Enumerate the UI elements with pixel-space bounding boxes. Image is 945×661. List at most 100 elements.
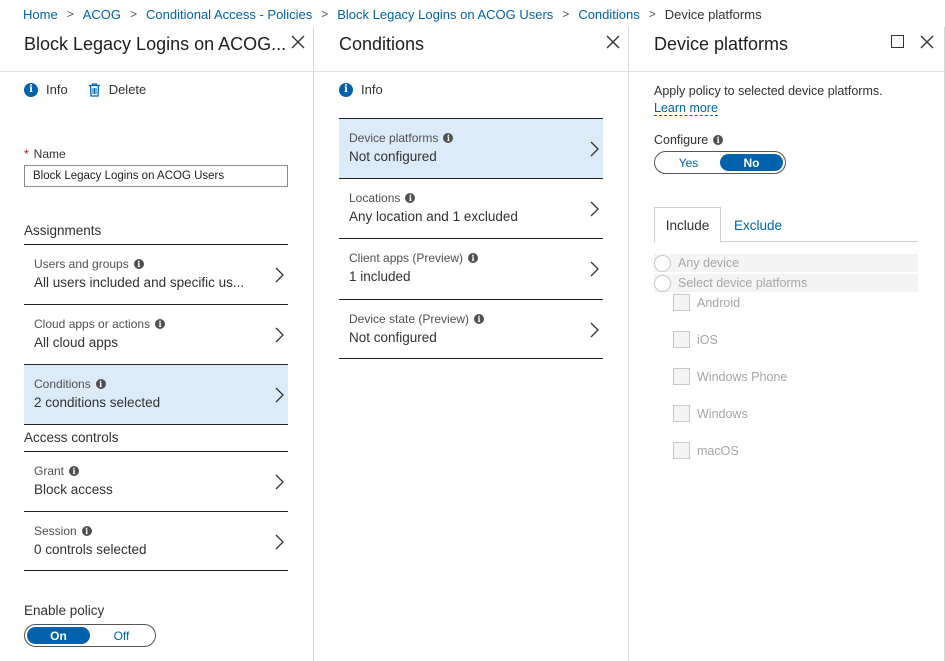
configure-label: Configure i bbox=[654, 133, 724, 147]
info-icon: i bbox=[468, 253, 479, 263]
item-label: Cloud apps or actions bbox=[34, 317, 151, 331]
item-value: Block access bbox=[34, 482, 113, 497]
assignment-cloud-apps[interactable]: Cloud apps or actions i All cloud apps bbox=[24, 304, 288, 364]
required-marker: * bbox=[24, 147, 29, 161]
toggle-on-option[interactable]: On bbox=[27, 627, 90, 644]
checkbox-ios[interactable]: iOS bbox=[673, 331, 718, 348]
checkbox-windows-phone[interactable]: Windows Phone bbox=[673, 368, 787, 385]
radio-select-device-platforms[interactable]: Select device platforms bbox=[654, 274, 918, 292]
assignment-users-and-groups[interactable]: Users and groups i All users included and… bbox=[24, 244, 288, 304]
info-icon: i bbox=[95, 379, 106, 389]
info-icon: i bbox=[443, 133, 454, 143]
info-icon: i bbox=[405, 193, 416, 203]
breadcrumb-acog[interactable]: ACOG bbox=[83, 7, 121, 22]
checkbox-windows[interactable]: Windows bbox=[673, 405, 748, 422]
item-value: Not configured bbox=[349, 149, 437, 164]
checkbox-macos[interactable]: macOS bbox=[673, 442, 739, 459]
info-label: Info bbox=[46, 82, 68, 97]
info-button[interactable]: i Info bbox=[24, 82, 68, 97]
tab-include[interactable]: Include bbox=[654, 207, 721, 243]
configure-no-option[interactable]: No bbox=[720, 154, 783, 171]
item-value: Not configured bbox=[349, 330, 437, 345]
device-platforms-blade: Device platforms Apply policy to selecte… bbox=[629, 27, 945, 661]
radio-circle bbox=[654, 274, 671, 292]
breadcrumb-separator: > bbox=[130, 7, 138, 21]
item-value: 0 controls selected bbox=[34, 542, 147, 557]
item-value: All cloud apps bbox=[34, 335, 119, 350]
policy-blade-title: Block Legacy Logins on ACOG... bbox=[24, 34, 286, 54]
delete-button[interactable]: Delete bbox=[88, 82, 147, 97]
access-grant[interactable]: Grant i Block access bbox=[24, 451, 288, 511]
trash-icon bbox=[88, 82, 101, 97]
radio-circle bbox=[654, 254, 671, 272]
breadcrumb-device-platforms: Device platforms bbox=[664, 6, 762, 22]
toggle-off-option[interactable]: Off bbox=[90, 627, 153, 644]
chevron-right-icon bbox=[590, 322, 599, 338]
policy-blade-header: Block Legacy Logins on ACOG... bbox=[0, 27, 313, 72]
policy-name-input[interactable] bbox=[24, 165, 288, 187]
item-label: Device state (Preview) bbox=[349, 312, 470, 326]
condition-locations[interactable]: Locations i Any location and 1 excluded bbox=[339, 178, 603, 238]
breadcrumb-conditions[interactable]: Conditions bbox=[578, 7, 639, 22]
checkbox-label: macOS bbox=[697, 443, 739, 458]
radio-any-device[interactable]: Any device bbox=[654, 254, 918, 272]
breadcrumb-policy[interactable]: Block Legacy Logins on ACOG Users bbox=[337, 7, 553, 22]
assignments-heading: Assignments bbox=[24, 223, 102, 238]
chevron-right-icon bbox=[275, 267, 284, 283]
policy-command-bar: i Info Delete bbox=[24, 82, 166, 97]
item-label: Locations bbox=[349, 191, 401, 205]
name-label: * Name bbox=[24, 147, 66, 161]
breadcrumb-separator: > bbox=[562, 7, 570, 21]
device-platforms-description: Apply policy to selected device platform… bbox=[654, 83, 883, 117]
item-label: Users and groups bbox=[34, 257, 129, 271]
configure-yes-option[interactable]: Yes bbox=[657, 154, 720, 171]
info-icon: i bbox=[474, 314, 485, 324]
checkbox bbox=[673, 368, 690, 385]
breadcrumb-home[interactable]: Home bbox=[23, 7, 58, 22]
chevron-right-icon bbox=[590, 141, 599, 157]
info-button[interactable]: i Info bbox=[339, 82, 383, 97]
condition-device-platforms[interactable]: Device platforms i Not configured bbox=[339, 118, 603, 178]
close-icon[interactable] bbox=[604, 33, 622, 51]
chevron-right-icon bbox=[590, 261, 599, 277]
breadcrumb: Home > ACOG > Conditional Access - Polic… bbox=[0, 0, 945, 28]
access-controls-heading: Access controls bbox=[24, 430, 119, 445]
assignment-conditions[interactable]: Conditions i 2 conditions selected bbox=[24, 364, 288, 425]
configure-toggle[interactable]: Yes No bbox=[654, 151, 786, 174]
checkbox-android[interactable]: Android bbox=[673, 294, 740, 311]
breadcrumb-separator: > bbox=[66, 7, 74, 21]
checkbox-label: Windows Phone bbox=[697, 369, 788, 384]
checkbox-label: Android bbox=[697, 295, 741, 310]
maximize-icon[interactable] bbox=[891, 35, 904, 48]
info-icon: i bbox=[713, 135, 724, 145]
conditions-blade-title: Conditions bbox=[339, 34, 425, 54]
tab-exclude[interactable]: Exclude bbox=[734, 207, 782, 243]
learn-more-link[interactable]: Learn more bbox=[654, 101, 718, 116]
info-icon: i bbox=[24, 82, 38, 97]
radio-label: Select device platforms bbox=[678, 276, 808, 290]
breadcrumb-policies[interactable]: Conditional Access - Policies bbox=[146, 7, 312, 22]
access-session[interactable]: Session i 0 controls selected bbox=[24, 511, 288, 571]
device-platforms-blade-title: Device platforms bbox=[654, 34, 789, 54]
info-icon: i bbox=[133, 259, 144, 269]
enable-policy-label: Enable policy bbox=[24, 603, 105, 618]
close-icon[interactable] bbox=[289, 33, 307, 51]
chevron-right-icon bbox=[275, 387, 284, 403]
chevron-right-icon bbox=[275, 534, 284, 550]
item-label: Conditions bbox=[34, 377, 91, 391]
item-label: Session bbox=[34, 524, 77, 538]
info-icon: i bbox=[339, 82, 353, 97]
enable-policy-toggle[interactable]: On Off bbox=[24, 624, 156, 647]
checkbox bbox=[673, 405, 690, 422]
info-icon: i bbox=[69, 466, 80, 476]
info-icon: i bbox=[81, 526, 92, 536]
condition-client-apps[interactable]: Client apps (Preview) i 1 included bbox=[339, 238, 603, 299]
chevron-right-icon bbox=[275, 474, 284, 490]
close-icon[interactable] bbox=[918, 33, 936, 51]
condition-device-state[interactable]: Device state (Preview) i Not configured bbox=[339, 299, 603, 359]
delete-label: Delete bbox=[108, 82, 147, 97]
info-icon: i bbox=[155, 319, 166, 329]
item-value: 1 included bbox=[349, 269, 411, 284]
policy-blade: Block Legacy Logins on ACOG... i Info De… bbox=[0, 27, 314, 661]
item-value: 2 conditions selected bbox=[34, 395, 161, 410]
